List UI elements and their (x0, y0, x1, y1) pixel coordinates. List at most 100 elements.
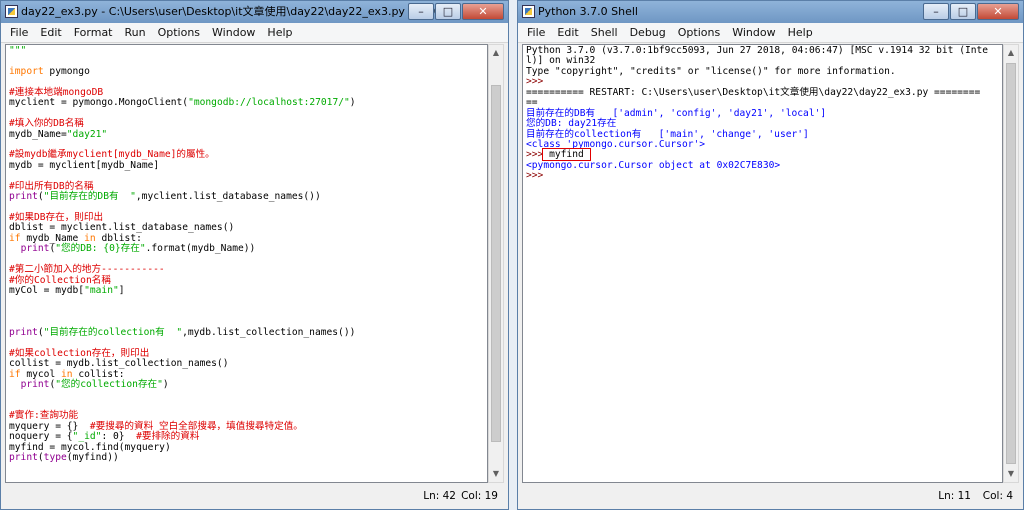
menu-file[interactable]: File (521, 23, 551, 42)
code-token: ========== RESTART: C:\Users\user\Deskto… (526, 86, 981, 98)
code-line: mydb = myclient[mydb_Name] (9, 159, 484, 171)
code-token: mydb_Name= (9, 128, 67, 140)
code-token: pymongo (43, 65, 90, 77)
code-line: print("目前存在的collection有 ",mydb.list_coll… (9, 326, 484, 338)
code-token: .format(mydb_Name)) (145, 243, 256, 255)
code-token: in (61, 368, 73, 380)
code-token: "目前存在的collection有 " (43, 326, 183, 338)
code-token: #實作:查詢功能 (9, 410, 79, 422)
editor-vertical-scrollbar[interactable]: ▲ ▼ (488, 44, 504, 483)
code-token: print (9, 191, 38, 203)
code-token: 您的DB: day21存在 (526, 118, 617, 130)
code-token: ) (162, 379, 169, 390)
editor-title-bar[interactable]: day22_ex3.py - C:\Users\user\Desktop\it文… (1, 1, 508, 23)
code-line: print(type(myfind)) (9, 452, 484, 464)
code-token: dblist = myclient.list_database_names() (9, 222, 235, 234)
shell-window[interactable]: Python 3.7.0 Shell – □ ✕ File Edit Shell De… (517, 0, 1024, 510)
shell-line: ========== RESTART: C:\Users\user\Deskto… (526, 86, 999, 98)
menu-run[interactable]: Run (119, 23, 152, 42)
menu-debug[interactable]: Debug (624, 23, 672, 42)
shell-menu-bar: File Edit Shell Debug Options Window Help (518, 23, 1023, 43)
menu-help[interactable]: Help (782, 23, 819, 42)
code-token: "您的DB: {0}存在" (55, 243, 146, 255)
code-token: "day21" (66, 128, 108, 140)
code-token: ) (349, 97, 356, 109)
scroll-thumb[interactable] (491, 85, 501, 442)
code-token: l)] on win32 (526, 55, 596, 67)
code-token: type (43, 452, 67, 464)
code-token: if (9, 368, 21, 380)
code-token: ,mydb.list_collection_names()) (182, 326, 356, 338)
menu-edit[interactable]: Edit (34, 23, 67, 42)
code-token: 目前存在的DB有 ['admin', 'config', 'day21', 'l… (526, 107, 827, 119)
code-token: : 0} (101, 431, 137, 443)
code-token: >>> (526, 149, 544, 161)
code-token: == (526, 97, 538, 109)
menu-window[interactable]: Window (726, 23, 781, 42)
code-token: collist = mydb.list_collection_names() (9, 358, 229, 370)
code-token: #要排除的資料 (136, 431, 200, 443)
menu-edit[interactable]: Edit (551, 23, 584, 42)
shell-output[interactable]: Python 3.7.0 (v3.7.0:1bf9cc5093, Jun 27 … (522, 44, 1003, 483)
code-token: #如果DB存在，則印出 (9, 212, 104, 223)
code-token: "_id" (72, 431, 102, 443)
menu-help[interactable]: Help (261, 23, 298, 42)
scroll-down-arrow-icon[interactable]: ▼ (489, 466, 503, 482)
code-token: (myfind)) (66, 452, 119, 464)
maximize-button[interactable]: □ (950, 3, 976, 20)
maximize-button[interactable]: □ (435, 3, 461, 20)
shell-window-title: Python 3.7.0 Shell (538, 5, 638, 18)
scroll-up-arrow-icon[interactable]: ▲ (1004, 45, 1018, 61)
code-line: """ (9, 45, 484, 56)
minimize-button[interactable]: – (408, 3, 434, 20)
code-editor[interactable]: """ import pymongo #連接本地端mongoDB myclient =… (5, 44, 488, 483)
scroll-down-arrow-icon[interactable]: ▼ (1004, 466, 1018, 482)
code-token: #你的Collection名稱 (9, 274, 111, 286)
line-number-status: Ln: 11 (938, 490, 971, 502)
editor-status-bar: Ln: 42 Col: 19 (1, 483, 508, 509)
highlighted-input: myfind (542, 148, 591, 162)
line-number-status: Ln: 42 (423, 490, 456, 502)
code-token: <pymongo.cursor.Cursor object at 0x02C7E… (526, 159, 781, 171)
code-token: "目前存在的DB有 " (43, 191, 136, 203)
code-line: myclient = pymongo.MongoClient("mongodb:… (9, 97, 484, 109)
idle-app-icon (5, 5, 18, 18)
shell-line: Type "copyright", "credits" or "license(… (526, 66, 999, 77)
scroll-thumb[interactable] (1006, 63, 1016, 464)
code-token: 目前存在的collection有 ['main', 'change', 'use… (526, 128, 809, 140)
code-line: myCol = mydb["main"] (9, 285, 484, 297)
editor-window[interactable]: day22_ex3.py - C:\Users\user\Desktop\it文… (0, 0, 509, 510)
shell-vertical-scrollbar[interactable]: ▲ ▼ (1003, 44, 1019, 483)
code-token: #設mydb繼承myclient[mydb_Name]的屬性。 (9, 149, 215, 161)
code-token: >>> (526, 170, 550, 182)
menu-file[interactable]: File (4, 23, 34, 42)
code-line: mydb_Name="day21" (9, 128, 484, 140)
shell-title-bar[interactable]: Python 3.7.0 Shell – □ ✕ (518, 1, 1023, 23)
code-token: ] (118, 285, 125, 297)
shell-status-bar: Ln: 11 Col: 4 (518, 483, 1023, 509)
minimize-button[interactable]: – (923, 3, 949, 20)
scroll-up-arrow-icon[interactable]: ▲ (489, 45, 503, 61)
code-token: >>> (526, 76, 550, 88)
code-token: collist: (72, 368, 125, 380)
code-token: mydb = myclient[mydb_Name] (9, 159, 160, 171)
code-token: print (9, 326, 38, 338)
code-line: print("目前存在的DB有 ",myclient.list_database… (9, 191, 484, 203)
menu-window[interactable]: Window (206, 23, 261, 42)
close-button[interactable]: ✕ (462, 3, 504, 20)
code-token: myclient = pymongo.MongoClient( (9, 97, 189, 109)
close-button[interactable]: ✕ (977, 3, 1019, 20)
menu-options[interactable]: Options (152, 23, 206, 42)
code-token: Python 3.7.0 (v3.7.0:1bf9cc5093, Jun 27 … (526, 45, 989, 56)
menu-format[interactable]: Format (68, 23, 119, 42)
column-number-status: Col: 19 (461, 490, 498, 502)
code-token: import (9, 65, 44, 77)
code-token: #連接本地端mongoDB (9, 86, 104, 98)
code-token: #填入你的DB名稱 (9, 118, 84, 130)
code-token: print (20, 243, 50, 255)
menu-options[interactable]: Options (672, 23, 726, 42)
menu-shell[interactable]: Shell (585, 23, 624, 42)
code-token: #第二小節加入的地方----------- (9, 264, 165, 276)
